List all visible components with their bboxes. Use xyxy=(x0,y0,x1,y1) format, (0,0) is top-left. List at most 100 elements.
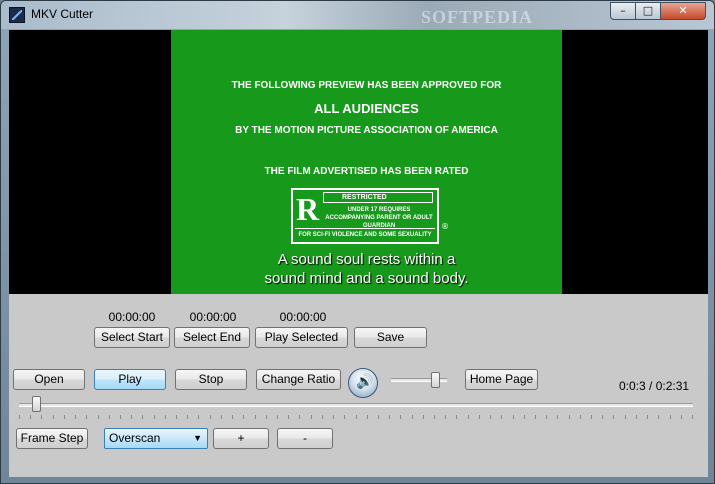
minus-button[interactable]: - xyxy=(277,428,333,449)
registered-mark: ® xyxy=(441,222,449,231)
plus-button[interactable]: + xyxy=(213,428,269,449)
seek-tick xyxy=(557,415,558,419)
seek-tick xyxy=(299,415,300,419)
watermark-text: SOFTPEDIA xyxy=(421,7,534,27)
seek-tick xyxy=(490,415,491,419)
seek-tick xyxy=(75,415,76,419)
seek-tick xyxy=(109,415,110,419)
seek-tick xyxy=(513,415,514,419)
seek-tick xyxy=(501,415,502,419)
seek-tick xyxy=(322,415,323,419)
seek-tick xyxy=(636,415,637,419)
app-window: MKV Cutter SOFTPEDIA – □ ✕ THE FOLLOWING… xyxy=(0,0,715,484)
seek-tick xyxy=(658,415,659,419)
rating-line-4: THE FILM ADVERTISED HAS BEEN RATED xyxy=(264,166,469,177)
seek-slider[interactable] xyxy=(19,396,695,420)
seek-tick xyxy=(19,415,20,419)
client-area: THE FOLLOWING PREVIEW HAS BEEN APPROVED … xyxy=(9,30,708,477)
seek-tick xyxy=(692,415,693,419)
stop-button[interactable]: Stop xyxy=(175,369,247,390)
play-button[interactable]: Play xyxy=(94,369,166,390)
seek-tick xyxy=(64,415,65,419)
open-button[interactable]: Open xyxy=(13,369,85,390)
rating-line-2: ALL AUDIENCES xyxy=(314,101,419,116)
change-ratio-button[interactable]: Change Ratio xyxy=(256,369,341,390)
seek-tick xyxy=(154,415,155,419)
video-area[interactable]: THE FOLLOWING PREVIEW HAS BEEN APPROVED … xyxy=(9,30,708,294)
start-time: 00:00:00 xyxy=(108,310,156,324)
position-readout: 0:0:3 / 0:2:31 xyxy=(619,379,690,393)
seek-tick xyxy=(41,415,42,419)
seek-tick xyxy=(423,415,424,419)
video-frame: THE FOLLOWING PREVIEW HAS BEEN APPROVED … xyxy=(171,30,562,294)
home-page-button[interactable]: Home Page xyxy=(465,369,538,390)
seek-tick xyxy=(344,415,345,419)
seek-tick xyxy=(86,415,87,419)
rating-letter: R xyxy=(296,191,320,227)
rating-description: UNDER 17 REQUIRES ACCOMPANYING PARENT OR… xyxy=(325,207,433,229)
seek-tick xyxy=(367,415,368,419)
seek-tick xyxy=(232,415,233,419)
rating-reason: FOR SCI-FI VIOLENCE AND SOME SEXUALITY xyxy=(295,228,435,241)
seek-tick xyxy=(670,415,671,419)
end-time: 00:00:00 xyxy=(189,310,237,324)
mode-select[interactable]: Overscan ▼ xyxy=(104,428,208,449)
seek-tick xyxy=(176,415,177,419)
seek-tick xyxy=(400,415,401,419)
play-selected-button[interactable]: Play Selected xyxy=(255,327,348,348)
seek-tick xyxy=(221,415,222,419)
rating-title: RESTRICTED xyxy=(323,192,433,203)
chevron-down-icon: ▼ xyxy=(193,433,202,443)
volume-slider[interactable] xyxy=(391,372,451,390)
seek-tick xyxy=(210,415,211,419)
seek-tick xyxy=(30,415,31,419)
seek-tick xyxy=(389,415,390,419)
seek-ticks xyxy=(19,415,693,419)
rating-line-3: BY THE MOTION PICTURE ASSOCIATION OF AME… xyxy=(235,125,498,136)
subtitle-line-1: A sound soul rests within a xyxy=(277,251,456,268)
seek-tick xyxy=(681,415,682,419)
selected-time: 00:00:00 xyxy=(279,310,327,324)
maximize-button[interactable]: □ xyxy=(635,2,661,20)
seek-tick xyxy=(266,415,267,419)
select-start-button[interactable]: Select Start xyxy=(94,327,170,348)
seek-thumb[interactable] xyxy=(32,396,41,412)
seek-tick xyxy=(591,415,592,419)
seek-tick xyxy=(468,415,469,419)
seek-tick xyxy=(311,415,312,419)
seek-tick xyxy=(524,415,525,419)
seek-tick xyxy=(187,415,188,419)
app-icon xyxy=(9,7,25,23)
volume-button[interactable]: 🔊 xyxy=(348,368,378,398)
seek-tick xyxy=(647,415,648,419)
seek-tick xyxy=(198,415,199,419)
seek-track xyxy=(19,403,693,407)
select-end-button[interactable]: Select End xyxy=(174,327,250,348)
seek-tick xyxy=(434,415,435,419)
minimize-button[interactable]: – xyxy=(610,2,636,20)
volume-thumb[interactable] xyxy=(431,372,440,388)
seek-tick xyxy=(613,415,614,419)
rating-box: R RESTRICTED UNDER 17 REQUIRES ACCOMPANY… xyxy=(291,188,439,244)
title-bar[interactable]: MKV Cutter SOFTPEDIA – □ ✕ xyxy=(1,1,714,29)
seek-tick xyxy=(53,415,54,419)
save-button[interactable]: Save xyxy=(354,327,427,348)
seek-tick xyxy=(288,415,289,419)
seek-tick xyxy=(456,415,457,419)
frame-step-button[interactable]: Frame Step xyxy=(16,428,88,449)
seek-tick xyxy=(479,415,480,419)
seek-tick xyxy=(98,415,99,419)
seek-tick xyxy=(277,415,278,419)
seek-tick xyxy=(333,415,334,419)
mode-select-value: Overscan xyxy=(109,431,161,445)
close-button[interactable]: ✕ xyxy=(660,2,706,20)
seek-tick xyxy=(580,415,581,419)
rating-line-1: THE FOLLOWING PREVIEW HAS BEEN APPROVED … xyxy=(231,80,502,91)
seek-tick xyxy=(625,415,626,419)
window-title: MKV Cutter xyxy=(31,7,94,21)
seek-tick xyxy=(131,415,132,419)
seek-tick xyxy=(535,415,536,419)
seek-tick xyxy=(602,415,603,419)
seek-tick xyxy=(120,415,121,419)
seek-tick xyxy=(412,415,413,419)
